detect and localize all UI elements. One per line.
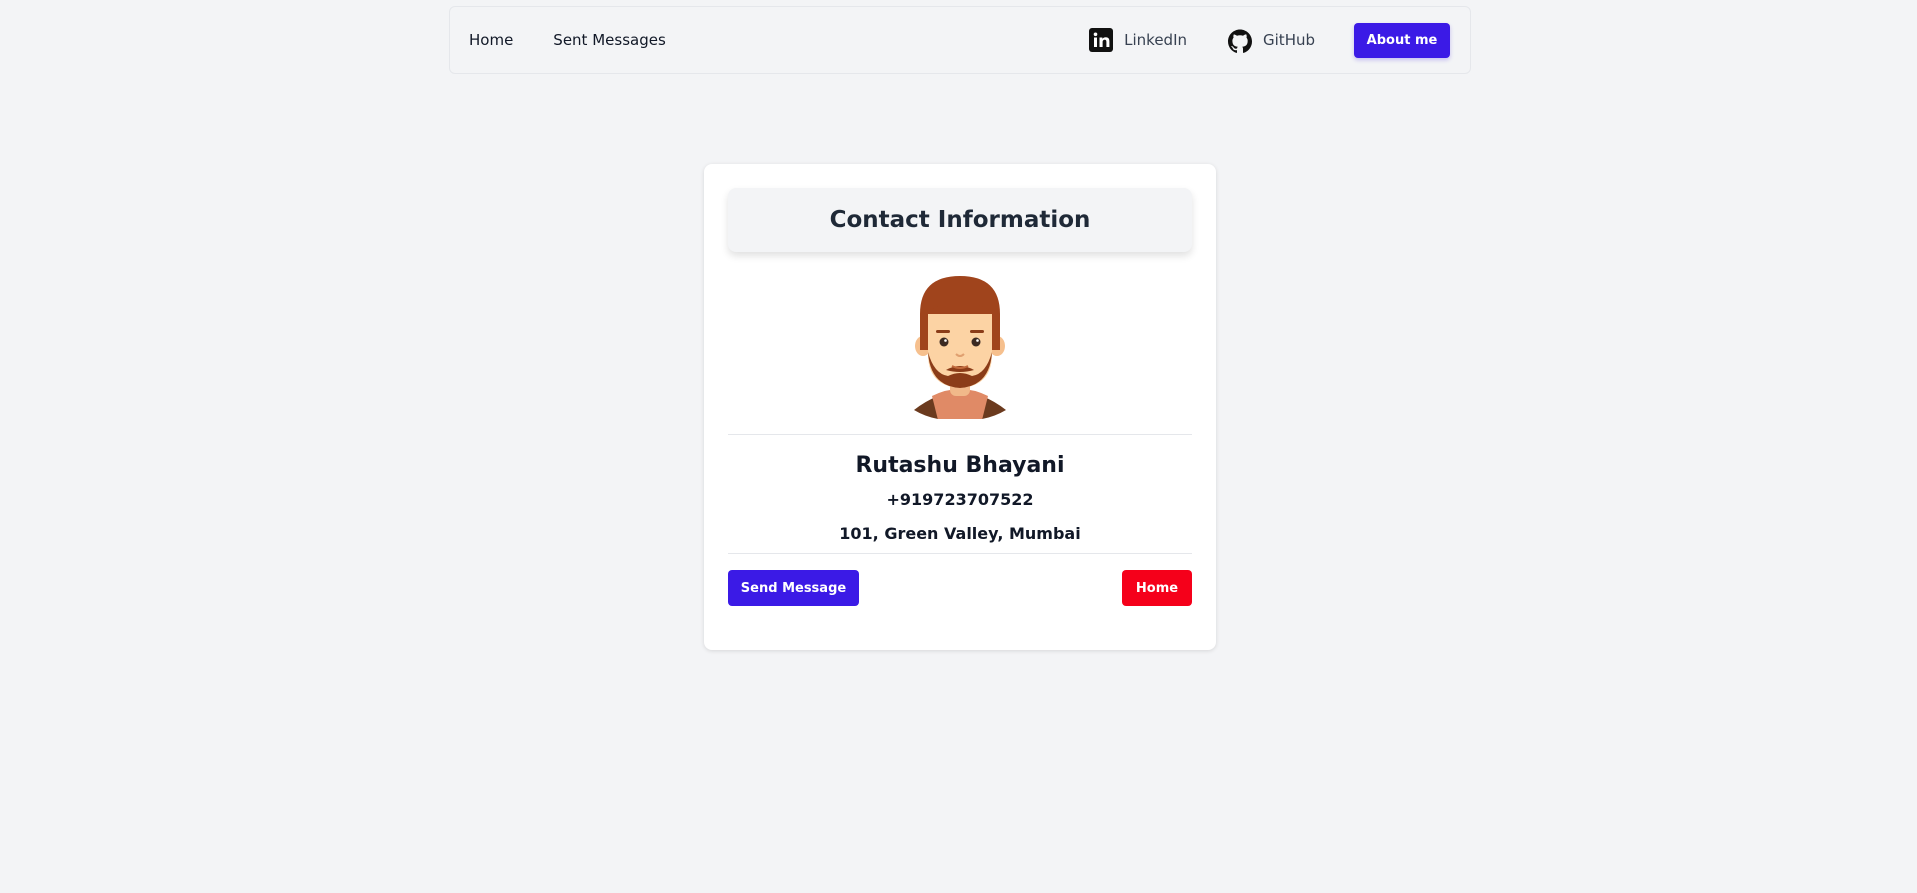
card-title: Contact Information: [829, 207, 1091, 233]
top-navbar: Home Sent Messages LinkedIn GitHub About…: [449, 6, 1471, 74]
contact-name: Rutashu Bhayani: [855, 453, 1065, 478]
linkedin-label: LinkedIn: [1124, 31, 1188, 49]
avatar: [914, 276, 1006, 419]
github-label: GitHub: [1263, 31, 1315, 49]
github-link[interactable]: GitHub: [1228, 28, 1315, 53]
nav-right-group: LinkedIn GitHub About me: [1089, 22, 1450, 58]
about-me-button[interactable]: About me: [1354, 22, 1450, 58]
contact-phone: +919723707522: [886, 490, 1034, 509]
contact-address: 101, Green Valley, Mumbai: [839, 524, 1081, 543]
send-message-button[interactable]: Send Message: [728, 570, 859, 606]
linkedin-icon: [1089, 28, 1114, 52]
nav-home-link[interactable]: Home: [469, 31, 513, 49]
card-header: Contact Information: [728, 188, 1192, 252]
contact-card: Contact Information Rutashu Bhayani +919…: [704, 164, 1216, 650]
card-actions: Send Message Home: [728, 554, 1192, 606]
nav-sent-messages-link[interactable]: Sent Messages: [553, 31, 665, 49]
linkedin-link[interactable]: LinkedIn: [1089, 28, 1187, 52]
nav-left-group: Home Sent Messages: [469, 31, 666, 49]
avatar-container: [728, 274, 1192, 419]
contact-details: Rutashu Bhayani +919723707522 101, Green…: [728, 435, 1192, 553]
home-button[interactable]: Home: [1122, 570, 1192, 606]
github-icon: [1228, 28, 1253, 53]
